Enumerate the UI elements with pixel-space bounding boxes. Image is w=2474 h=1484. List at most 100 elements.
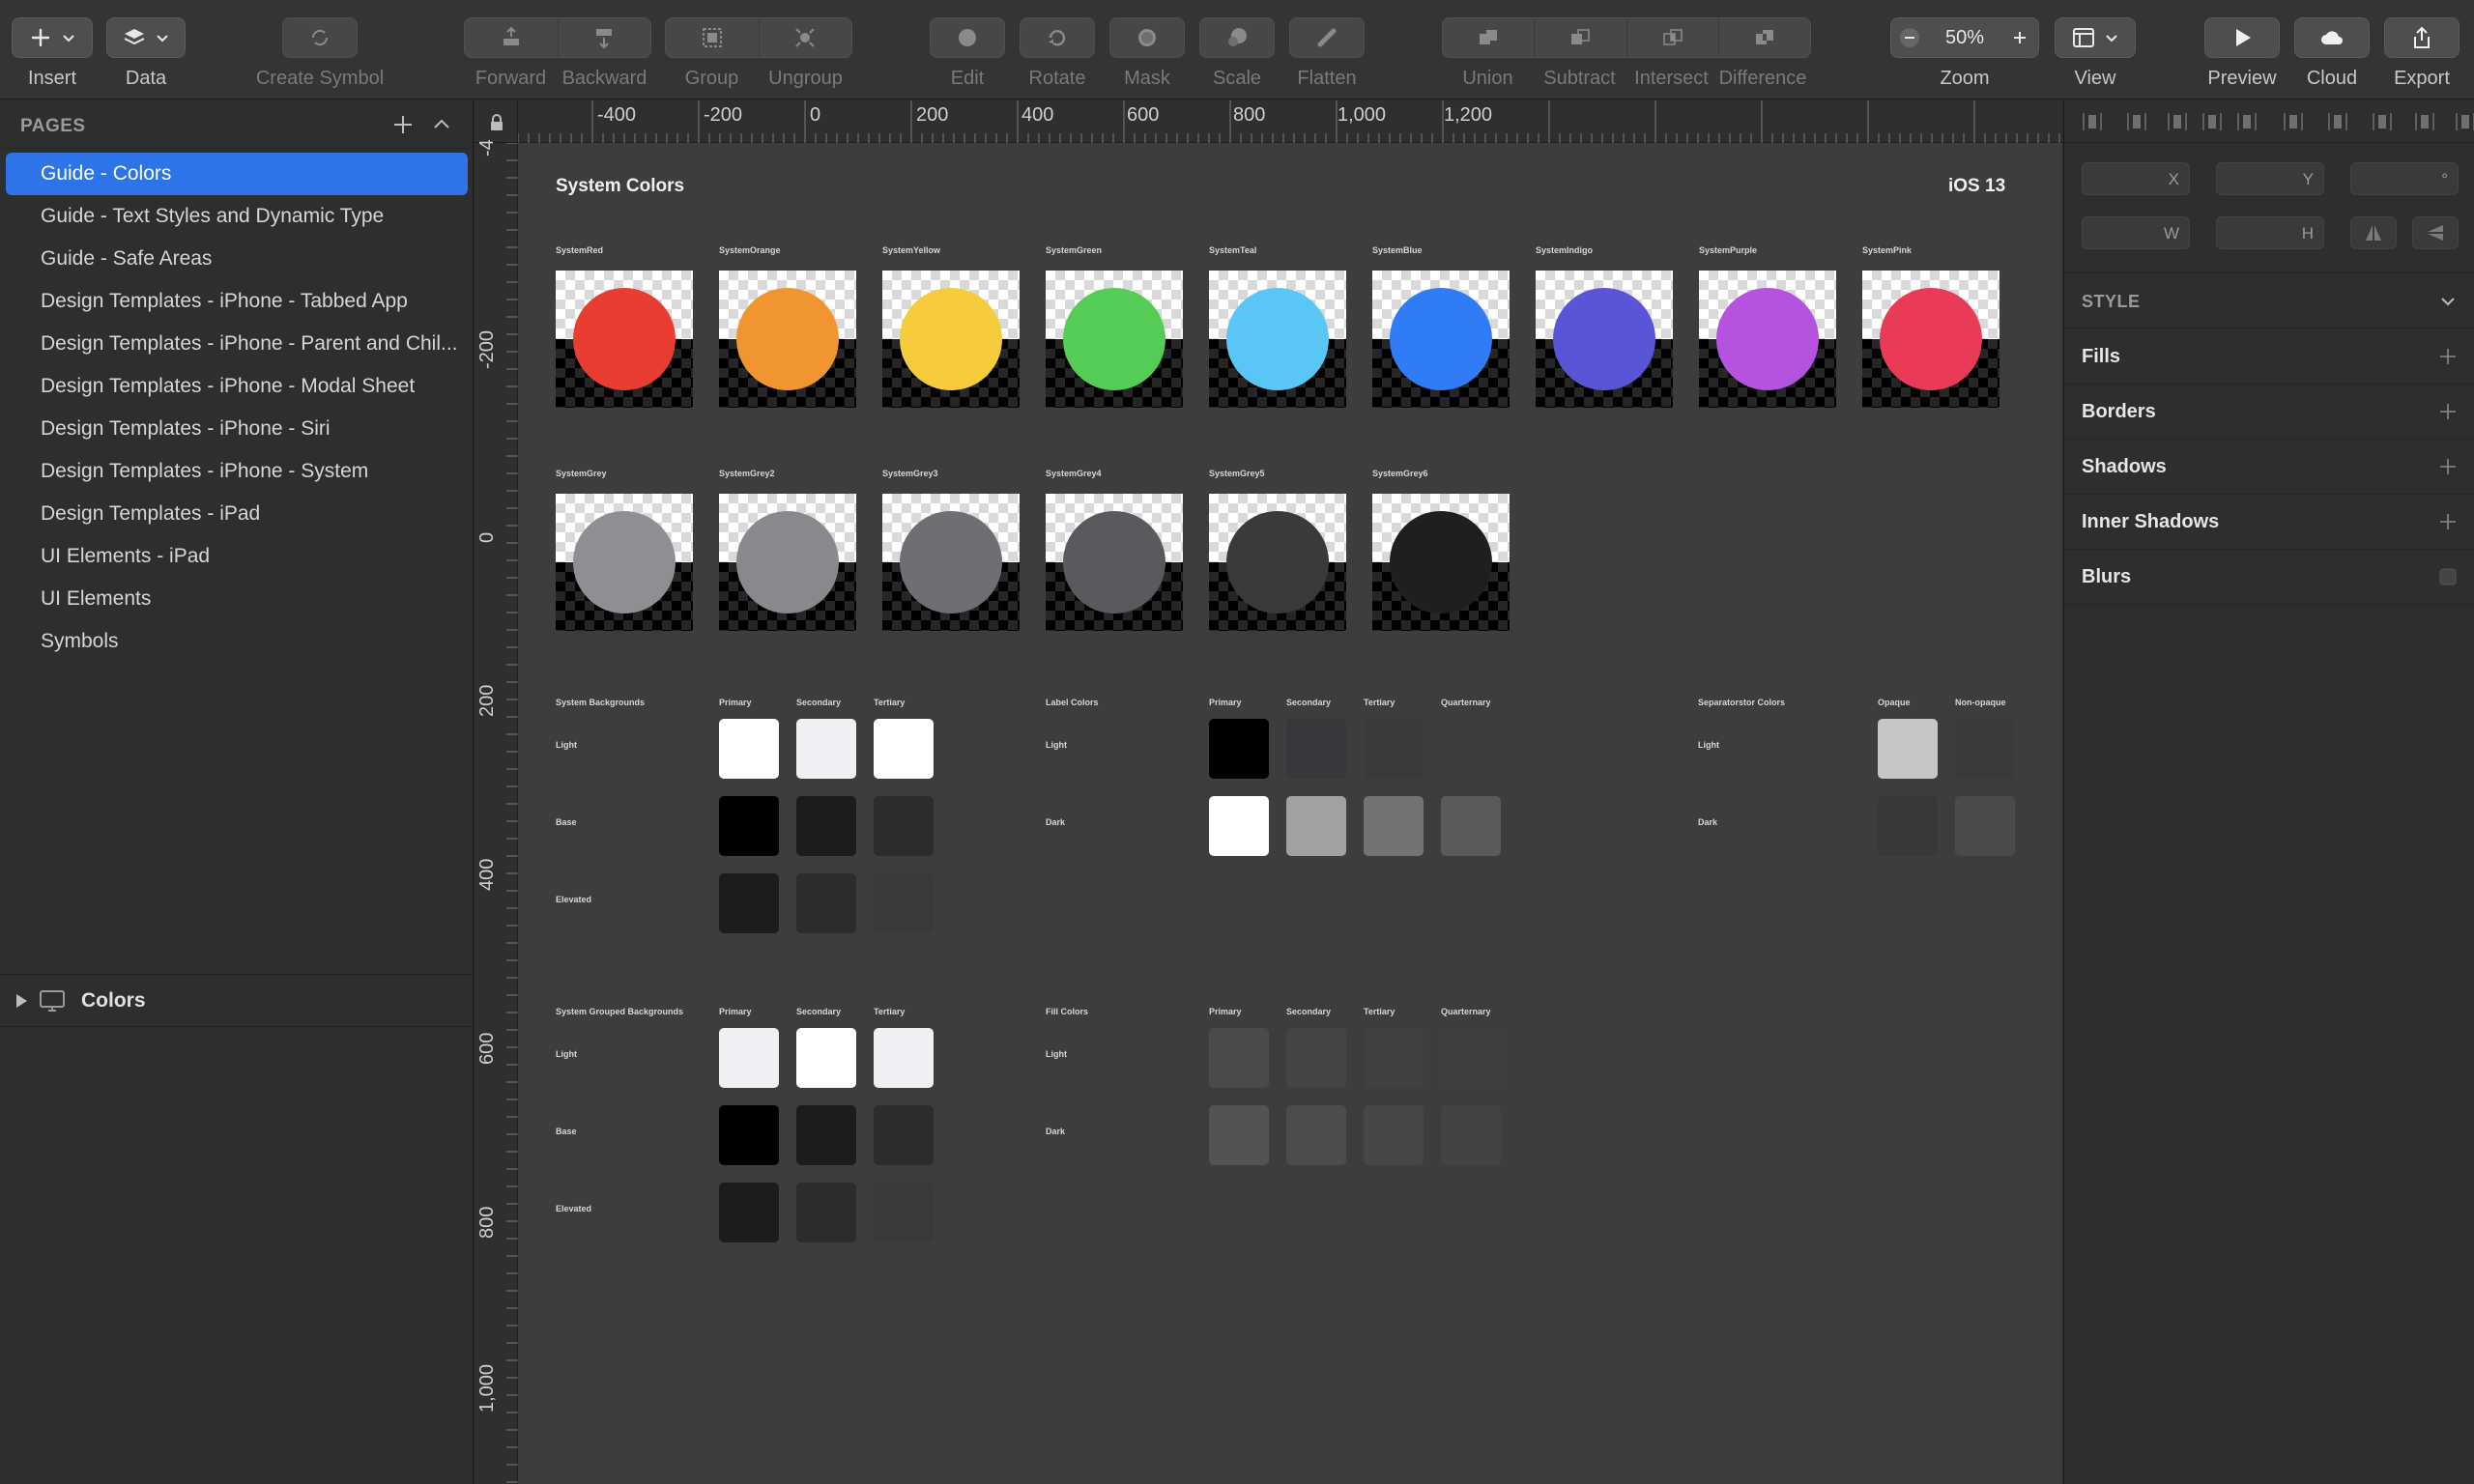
color-chip[interactable] xyxy=(1209,796,1269,856)
style-header[interactable]: STYLE xyxy=(2064,272,2474,328)
layer-row-artboard[interactable]: Colors xyxy=(0,975,474,1027)
chevron-down-icon[interactable] xyxy=(2438,292,2458,311)
cloud-button[interactable] xyxy=(2294,17,2370,58)
color-chip[interactable] xyxy=(1441,796,1501,856)
page-item[interactable]: Design Templates - iPhone - System xyxy=(6,450,468,493)
color-swatch[interactable] xyxy=(556,271,693,408)
color-swatch[interactable] xyxy=(719,271,856,408)
y-field[interactable]: Y xyxy=(2216,162,2324,195)
color-chip[interactable] xyxy=(1209,1028,1269,1088)
align-icon[interactable] xyxy=(2201,111,2223,132)
align-icon[interactable] xyxy=(2236,111,2258,132)
color-chip[interactable] xyxy=(1878,719,1938,779)
page-item[interactable]: UI Elements xyxy=(6,578,468,620)
style-row[interactable]: Inner Shadows xyxy=(2064,495,2474,550)
color-chip[interactable] xyxy=(1441,1105,1501,1165)
difference-button[interactable] xyxy=(1719,18,1810,57)
disclosure-triangle-icon[interactable] xyxy=(14,992,29,1010)
align-icon[interactable] xyxy=(2327,111,2348,132)
color-chip[interactable] xyxy=(874,796,934,856)
rotate-button[interactable] xyxy=(1020,17,1095,58)
color-chip[interactable] xyxy=(1209,719,1269,779)
flip-vertical-button[interactable] xyxy=(2412,216,2459,249)
vertical-ruler[interactable]: -4 -200 0 200 400 600 800 1,000 xyxy=(475,139,518,1484)
color-chip[interactable] xyxy=(1441,1028,1501,1088)
align-icon[interactable] xyxy=(2283,111,2304,132)
color-chip[interactable] xyxy=(874,873,934,933)
color-swatch[interactable] xyxy=(1699,271,1836,408)
intersect-button[interactable] xyxy=(1627,18,1719,57)
view-button[interactable] xyxy=(2055,17,2136,58)
color-swatch[interactable] xyxy=(1536,271,1673,408)
color-chip[interactable] xyxy=(796,1105,856,1165)
color-swatch[interactable] xyxy=(1372,271,1510,408)
page-item[interactable]: Design Templates - iPhone - Parent and C… xyxy=(6,323,468,365)
zoom-in-icon[interactable] xyxy=(2009,27,2030,48)
color-swatch[interactable] xyxy=(882,494,1020,631)
style-row[interactable]: Borders xyxy=(2064,385,2474,440)
color-chip[interactable] xyxy=(1364,1028,1424,1088)
color-chip[interactable] xyxy=(1955,796,2015,856)
plus-icon[interactable] xyxy=(2438,457,2458,476)
color-chip[interactable] xyxy=(1209,1105,1269,1165)
preview-button[interactable] xyxy=(2204,17,2280,58)
x-field[interactable]: X xyxy=(2082,162,2190,195)
color-chip[interactable] xyxy=(874,719,934,779)
align-icon[interactable] xyxy=(2167,111,2188,132)
color-chip[interactable] xyxy=(1364,1105,1424,1165)
color-chip[interactable] xyxy=(719,796,779,856)
style-row[interactable]: Shadows xyxy=(2064,440,2474,495)
data-button[interactable] xyxy=(106,17,186,58)
color-swatch[interactable] xyxy=(1209,271,1346,408)
width-field[interactable]: W xyxy=(2082,216,2190,249)
color-chip[interactable] xyxy=(874,1105,934,1165)
align-icon[interactable] xyxy=(2082,111,2103,132)
zoom-value[interactable]: 50% xyxy=(1945,27,1984,49)
color-chip[interactable] xyxy=(1364,796,1424,856)
color-chip[interactable] xyxy=(719,1028,779,1088)
add-page-icon[interactable] xyxy=(390,112,416,137)
color-chip[interactable] xyxy=(1364,719,1424,779)
color-chip[interactable] xyxy=(874,1183,934,1242)
color-chip[interactable] xyxy=(1286,719,1346,779)
scale-button[interactable] xyxy=(1199,17,1275,58)
color-swatch[interactable] xyxy=(1046,494,1183,631)
color-chip[interactable] xyxy=(719,1105,779,1165)
page-item[interactable]: Design Templates - iPad xyxy=(6,493,468,535)
page-item[interactable]: Design Templates - iPhone - Tabbed App xyxy=(6,280,468,323)
color-chip[interactable] xyxy=(719,873,779,933)
rotation-field[interactable]: ° xyxy=(2350,162,2459,195)
plus-icon[interactable] xyxy=(2438,402,2458,421)
color-chip[interactable] xyxy=(796,873,856,933)
color-chip[interactable] xyxy=(1286,1028,1346,1088)
page-item[interactable]: Guide - Safe Areas xyxy=(6,238,468,280)
flip-horizontal-button[interactable] xyxy=(2350,216,2397,249)
page-item[interactable]: Guide - Text Styles and Dynamic Type xyxy=(6,195,468,238)
color-swatch[interactable] xyxy=(882,271,1020,408)
color-chip[interactable] xyxy=(1286,796,1346,856)
color-swatch[interactable] xyxy=(1372,494,1510,631)
color-chip[interactable] xyxy=(796,1028,856,1088)
create-symbol-button[interactable] xyxy=(282,17,358,58)
color-chip[interactable] xyxy=(796,796,856,856)
horizontal-ruler[interactable]: -400 -200 0 200 400 600 800 1,000 1,200 xyxy=(518,100,2062,143)
color-swatch[interactable] xyxy=(1209,494,1346,631)
page-item[interactable]: Design Templates - iPhone - Modal Sheet xyxy=(6,365,468,408)
align-icon[interactable] xyxy=(2126,111,2147,132)
height-field[interactable]: H xyxy=(2216,216,2324,249)
color-chip[interactable] xyxy=(719,1183,779,1242)
insert-button[interactable] xyxy=(12,17,93,58)
color-chip[interactable] xyxy=(796,1183,856,1242)
forward-button[interactable] xyxy=(465,18,559,57)
backward-button[interactable] xyxy=(559,18,651,57)
align-icon[interactable] xyxy=(2372,111,2393,132)
page-item[interactable]: Design Templates - iPhone - Siri xyxy=(6,408,468,450)
color-chip[interactable] xyxy=(1955,719,2015,779)
color-chip[interactable] xyxy=(874,1028,934,1088)
color-chip[interactable] xyxy=(796,719,856,779)
flatten-button[interactable] xyxy=(1289,17,1365,58)
subtract-button[interactable] xyxy=(1535,18,1627,57)
lock-icon[interactable] xyxy=(489,114,504,131)
align-icon[interactable] xyxy=(2455,111,2474,132)
zoom-out-icon[interactable] xyxy=(1899,27,1920,48)
